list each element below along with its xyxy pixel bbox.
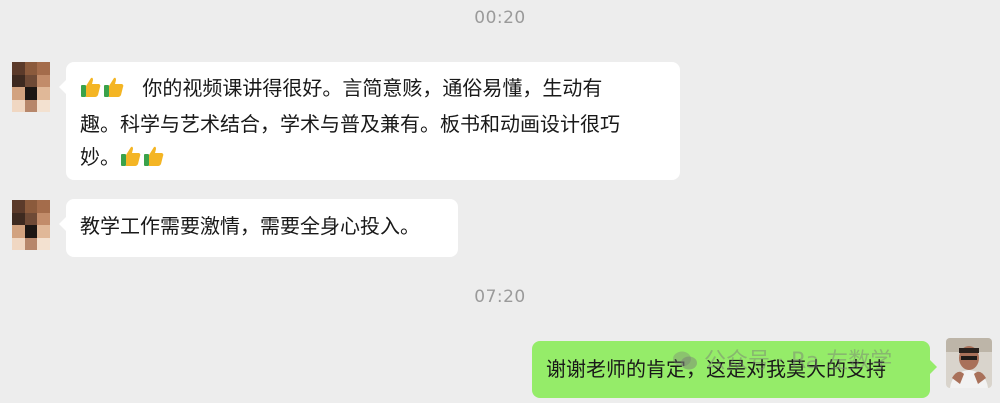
timestamp: 07:20 [474,287,526,307]
message-text: 谢谢老师的肯定，这是对我莫大的支持 [546,357,886,381]
avatar[interactable] [12,62,50,112]
message-line: 趣。科学与艺术结合，学术与普及兼有。板书和动画设计很巧 [80,112,620,136]
message-text: 你的视频课讲得很好。言简意赅，通俗易懂，生动有 [142,76,603,100]
message-text: 教学工作需要激情，需要全身心投入。 [80,214,420,238]
bubble-tail [930,360,937,374]
avatar[interactable] [12,200,50,250]
message-bubble[interactable]: 你的视频课讲得很好。言简意赅，通俗易懂，生动有 趣。科学与艺术结合，学术与普及兼… [59,62,680,180]
message-line: 你的视频课讲得很好。言简意赅，通俗易懂，生动有 [80,72,664,108]
timestamp: 00:20 [474,8,526,28]
message-bubble[interactable]: 教学工作需要激情，需要全身心投入。 [59,199,458,257]
message-bubble-sent[interactable]: 谢谢老师的肯定，这是对我莫大的支持 [532,341,930,398]
avatar[interactable] [946,338,992,388]
thumbs-up-icon [103,75,125,108]
message-line: 妙。 [80,141,664,177]
thumbs-up-icon [80,75,102,108]
thumbs-up-icon [120,144,142,177]
message-text: 妙。 [80,145,120,169]
thumbs-up-icon [143,144,165,177]
